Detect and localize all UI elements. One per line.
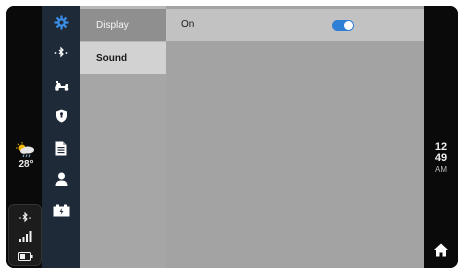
rail-item-profile[interactable] (42, 165, 80, 193)
user-icon (55, 172, 68, 186)
rail-item-security[interactable] (42, 102, 80, 130)
on-toggle-switch[interactable] (332, 20, 354, 31)
setting-label: On (181, 19, 195, 30)
home-button[interactable] (433, 242, 449, 258)
battery-icon (18, 248, 33, 266)
clock-ampm: AM (435, 165, 447, 174)
settings-submenu: Display Sound (80, 6, 166, 268)
gear-icon (54, 15, 69, 30)
right-status-strip: 12 49 AM (424, 6, 458, 268)
weather-widget: 28° (15, 142, 37, 170)
battery-charge-icon (53, 204, 70, 217)
bluetooth-icon (18, 211, 32, 229)
scooter-icon (53, 79, 70, 91)
submenu-empty-area (80, 74, 166, 268)
status-indicators (8, 204, 42, 266)
settings-category-rail (42, 6, 80, 268)
submenu-item-label: Sound (96, 52, 128, 64)
setting-row-on: On (166, 9, 424, 41)
rail-item-documents[interactable] (42, 134, 80, 162)
shield-icon (55, 109, 68, 123)
submenu-item-label: Display (96, 19, 129, 31)
submenu-item-sound[interactable]: Sound (80, 42, 166, 74)
left-status-strip: 28° (6, 6, 42, 268)
home-icon (433, 243, 449, 262)
settings-content-panel: On (166, 6, 424, 268)
toggle-knob (344, 21, 353, 30)
rail-item-bluetooth[interactable] (42, 39, 80, 67)
device-screen: 28° Display Sound On 12 49 AM (6, 6, 458, 268)
signal-icon (18, 229, 32, 247)
submenu-item-display[interactable]: Display (80, 9, 166, 41)
bluetooth-icon (53, 46, 69, 60)
rail-item-vehicle[interactable] (42, 71, 80, 99)
temperature-text: 28° (18, 159, 34, 170)
rail-item-settings[interactable] (42, 8, 80, 36)
clock-minute: 49 (434, 152, 448, 164)
partly-cloudy-rain-icon (15, 142, 37, 158)
clock: 12 49 AM (424, 142, 458, 175)
rail-item-battery[interactable] (42, 196, 80, 224)
document-icon (55, 141, 67, 156)
